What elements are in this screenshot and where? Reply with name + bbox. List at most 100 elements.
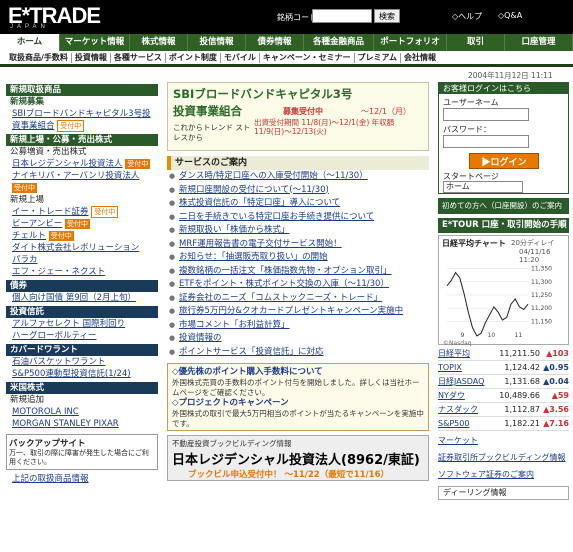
- list-item[interactable]: 新規口座開設の受付について(～11/30): [167, 184, 429, 198]
- list-item[interactable]: 上記の取扱商品情報: [6, 473, 158, 485]
- markets-anchor[interactable]: マーケット: [438, 436, 478, 445]
- service-link[interactable]: 市場コメント「お利益計算」: [179, 320, 290, 330]
- subnav-mobile[interactable]: モバイル: [221, 52, 260, 63]
- tab-account[interactable]: 口座管理: [505, 34, 573, 51]
- list-item[interactable]: S&P500連動型投資信託(1/24): [6, 368, 158, 380]
- item-link[interactable]: 個人向け国債 第9回（2月上旬）: [12, 293, 136, 303]
- tab-bonds[interactable]: 債券情報: [246, 34, 304, 51]
- tab-stocks[interactable]: 株式情報: [130, 34, 188, 51]
- item-link[interactable]: アルファセレクト 国際利回り: [12, 319, 125, 329]
- subnav-points[interactable]: ポイント制度: [166, 52, 221, 63]
- item-link[interactable]: S&P500連動型投資信託(1/24): [12, 369, 131, 379]
- search-button[interactable]: 検索: [374, 9, 400, 23]
- list-item[interactable]: 株式投資信託の「特定口座」導入について: [167, 197, 429, 211]
- faq-link[interactable]: ◇Q&A: [498, 11, 522, 20]
- backup-title[interactable]: バックアップサイト: [9, 437, 155, 449]
- item-link[interactable]: ハーグローボルティー: [12, 331, 97, 341]
- tab-portfolio[interactable]: ポートフォリオ: [374, 34, 447, 51]
- service-link[interactable]: 二日を手続きでいる特定口座お手続き提供について: [179, 212, 374, 222]
- bottom-button[interactable]: ディーリング情報: [438, 486, 569, 500]
- item-link[interactable]: チェルト: [12, 231, 46, 241]
- item-link[interactable]: エフ・ジェー・ネクスト: [12, 267, 105, 277]
- help-link[interactable]: ◇ヘルプ: [452, 11, 482, 22]
- service-link[interactable]: 投資情報の: [179, 333, 222, 343]
- item-link[interactable]: イー・トレード証券: [12, 207, 89, 217]
- list-item[interactable]: ETFをポイント・株式ポイント交換の入庫（～11/30）: [167, 278, 429, 292]
- subnav-services[interactable]: 各種サービス: [111, 52, 166, 63]
- list-item[interactable]: 投資情報の: [167, 332, 429, 346]
- service-link[interactable]: ETFをポイント・株式ポイント交換の入庫（～11/30）: [179, 279, 389, 289]
- username-input[interactable]: [443, 108, 529, 121]
- open-account-button[interactable]: 初めての方へ（口座開設）のご案内: [438, 198, 569, 214]
- list-item[interactable]: MRF運用報告書の電子交付サービス開始！: [167, 238, 429, 252]
- etour-button[interactable]: E*TOUR 口座・取引開始の手順: [438, 218, 569, 233]
- bottom-link[interactable]: 上記の取扱商品情報: [12, 474, 89, 484]
- list-item[interactable]: MORGAN STANLEY PIXAR: [6, 418, 158, 430]
- list-item[interactable]: ハーグローボルティー: [6, 330, 158, 342]
- service-link[interactable]: MRF運用報告書の電子交付サービス開始！: [179, 239, 342, 249]
- right-link[interactable]: 証券取引所ブックビルディング情報: [438, 452, 569, 463]
- list-item[interactable]: 石油バスケットワラント: [6, 356, 158, 368]
- list-item[interactable]: アルファセレクト 国際利回り: [6, 318, 158, 330]
- start-page-select[interactable]: ホーム: [443, 181, 523, 193]
- list-item[interactable]: イー・トレード証券 受付中: [6, 206, 158, 218]
- subnav-company[interactable]: 会社情報: [401, 53, 439, 63]
- item-link[interactable]: パラカ: [12, 255, 38, 265]
- item-link[interactable]: 日本レジデンシャル投資法人: [12, 159, 123, 169]
- tab-home[interactable]: ホーム: [0, 34, 60, 51]
- tab-trade[interactable]: 取引: [447, 34, 505, 51]
- service-link[interactable]: 旅行券5万円分&クオカードプレゼントキャンペーン実施中: [179, 306, 403, 316]
- list-item[interactable]: ビーアンビー 受付中: [6, 218, 158, 230]
- list-item[interactable]: 証券会社のニーズ「コムストックニーズ・トレード」: [167, 292, 429, 306]
- service-link[interactable]: 複数銘柄の一括注文「株価指数先物・オプション取引」: [179, 266, 392, 276]
- index-name[interactable]: TOPIX: [438, 361, 490, 374]
- tab-funds[interactable]: 投信情報: [188, 34, 246, 51]
- item-link[interactable]: MOTOROLA INC: [12, 407, 79, 417]
- service-link[interactable]: ダンス時/特定口座への入庫受付開始（～11/30）: [179, 171, 368, 181]
- info-heading[interactable]: ◇優先株のポイント購入手数料について: [172, 366, 424, 378]
- list-item[interactable]: パラカ: [6, 254, 158, 266]
- list-item[interactable]: チェルト 受付中: [6, 230, 158, 242]
- list-item[interactable]: エフ・ジェー・ネクスト: [6, 266, 158, 278]
- right-link-anchor[interactable]: ソフトウェア証券のご案内: [438, 470, 534, 479]
- list-item[interactable]: 個人向け国債 第9回（2月上旬）: [6, 292, 158, 304]
- promo-banner[interactable]: SBIブロードバンドキャピタル3号 投資事業組合 募集受付中 ～12/1（月） …: [167, 82, 429, 151]
- service-link[interactable]: 証券会社のニーズ「コムストックニーズ・トレード」: [179, 293, 382, 303]
- list-item[interactable]: MOTOROLA INC: [6, 406, 158, 418]
- item-link[interactable]: ナイキリバ・アーバンリ投資法人: [12, 171, 139, 181]
- search-input[interactable]: [312, 9, 372, 23]
- index-name[interactable]: 日経平均: [438, 347, 490, 360]
- list-item[interactable]: 市場コメント「お利益計算」: [167, 319, 429, 333]
- password-input[interactable]: [443, 135, 529, 148]
- list-item[interactable]: 日本レジデンシャル投資法人 受付中: [6, 158, 158, 170]
- subnav-products[interactable]: 取扱商品/手数料: [6, 52, 72, 63]
- list-item[interactable]: ナイキリバ・アーバンリ投資法人 受付中: [6, 170, 158, 194]
- right-link[interactable]: ソフトウェア証券のご案内: [438, 469, 569, 480]
- tab-products[interactable]: 各種金融商品: [304, 34, 374, 51]
- list-item[interactable]: ダイト株式会社レボリューション: [6, 242, 158, 254]
- list-item[interactable]: 二日を手続きでいる特定口座お手続き提供について: [167, 211, 429, 225]
- item-link[interactable]: MORGAN STANLEY PIXAR: [12, 419, 119, 429]
- item-link[interactable]: 石油バスケットワラント: [12, 357, 106, 367]
- item-link[interactable]: ビーアンビー: [12, 219, 62, 229]
- list-item[interactable]: SBIブロードバンドキャピタル3号投資事業組合 受付中: [6, 108, 158, 132]
- subnav-premium[interactable]: プレミアム: [355, 52, 401, 63]
- index-name[interactable]: 日経JASDAQ: [438, 375, 490, 388]
- list-item[interactable]: 新規取扱い「株価から株式」: [167, 224, 429, 238]
- service-link[interactable]: 株式投資信託の「特定口座」導入について: [179, 198, 340, 208]
- service-link[interactable]: ポイントサービス「投資信託」に対応: [179, 347, 324, 357]
- info-heading[interactable]: ◇プロジェクトのキャンペーン: [172, 397, 424, 409]
- subnav-campaign[interactable]: キャンペーン・セミナー: [260, 52, 355, 63]
- service-link[interactable]: 新規取扱い「株価から株式」: [179, 225, 290, 235]
- list-item[interactable]: 複数銘柄の一括注文「株価指数先物・オプション取引」: [167, 265, 429, 279]
- index-name[interactable]: ナスダック: [438, 403, 490, 416]
- list-item[interactable]: ポイントサービス「投資信託」に対応: [167, 346, 429, 360]
- markets-link[interactable]: マーケット: [438, 435, 569, 446]
- list-item[interactable]: お知らせ：「抽選販売取り扱い」の開始: [167, 251, 429, 265]
- list-item[interactable]: ダンス時/特定口座への入庫受付開始（～11/30）: [167, 170, 429, 184]
- login-button[interactable]: ▶ログイン: [469, 153, 539, 169]
- item-link[interactable]: ダイト株式会社レボリューション: [12, 243, 139, 253]
- index-name[interactable]: S&P500: [438, 417, 490, 430]
- index-name[interactable]: NYダウ: [438, 389, 490, 402]
- ipo-banner[interactable]: 不動産投資ブックビルディング情報 日本レジデンシャル投資法人(8962/東証) …: [167, 435, 429, 481]
